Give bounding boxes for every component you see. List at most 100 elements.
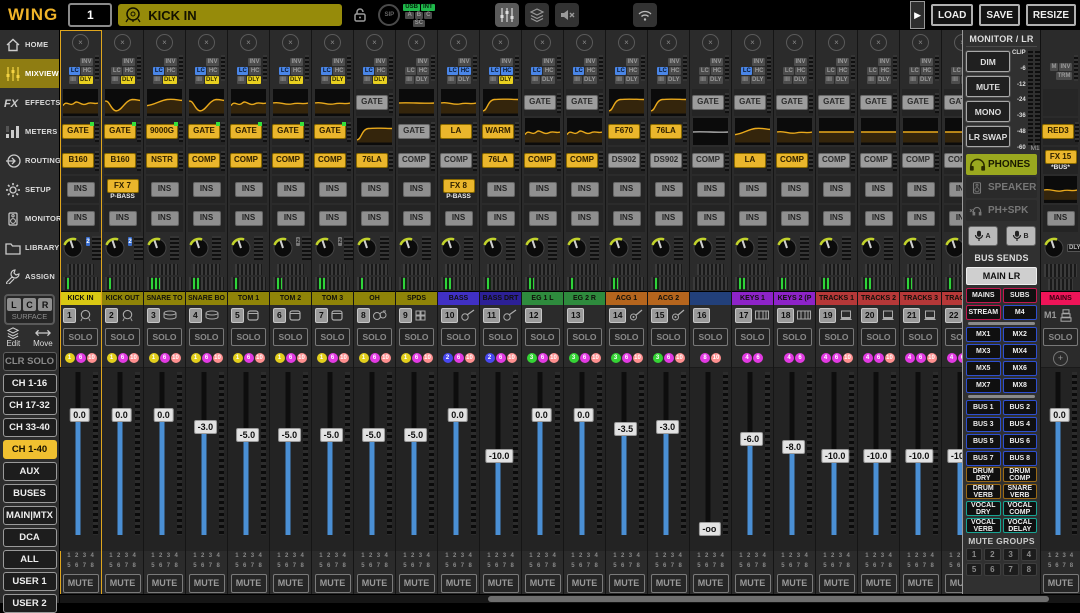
- send-button-vocal-dry[interactable]: VOCAL DRY: [966, 501, 1001, 516]
- insert-button[interactable]: INS: [277, 211, 305, 226]
- channel-source-icon[interactable]: ×: [324, 34, 341, 51]
- comp-button[interactable]: COMP: [440, 153, 472, 168]
- channel-name[interactable]: TOM 2: [270, 291, 311, 305]
- layer-button-dca[interactable]: DCA: [3, 528, 57, 547]
- gain-knob[interactable]: [272, 237, 294, 259]
- mute-button[interactable]: MUTE: [567, 574, 603, 593]
- gain-knob[interactable]: [818, 237, 840, 259]
- channel-source-icon[interactable]: ×: [828, 34, 845, 51]
- fx-button[interactable]: FX 7: [107, 179, 139, 194]
- eq-curve-display[interactable]: [777, 118, 812, 145]
- send-button-mx3[interactable]: MX3: [966, 344, 1001, 359]
- channel-source-icon[interactable]: ×: [870, 34, 887, 51]
- layer-button-ch-1-40[interactable]: CH 1-40: [3, 440, 57, 459]
- insert-button[interactable]: INS: [1047, 211, 1075, 226]
- insert-button[interactable]: INS: [487, 211, 515, 226]
- gain-knob[interactable]: [314, 237, 336, 259]
- channel-source-icon[interactable]: ×: [576, 34, 593, 51]
- monitor-lr-swap-button[interactable]: LR SWAP: [966, 126, 1010, 147]
- layer-button-user-2[interactable]: USER 2: [3, 594, 57, 613]
- insert-button[interactable]: INS: [319, 211, 347, 226]
- talkback-a-button[interactable]: A: [968, 226, 998, 246]
- send-button-snare-verb[interactable]: SNARE VERB: [1003, 484, 1038, 499]
- insert-button[interactable]: INS: [865, 182, 893, 197]
- channel-name[interactable]: KEYS 1: [732, 291, 773, 305]
- gate-button[interactable]: GATE: [860, 95, 892, 110]
- channel-name[interactable]: EG 2 R: [564, 291, 605, 305]
- comp-button[interactable]: COMP: [902, 153, 934, 168]
- eq-curve-display[interactable]: [525, 118, 560, 145]
- main-name[interactable]: MAINS: [1041, 291, 1080, 305]
- solo-button[interactable]: SOLO: [231, 328, 266, 346]
- insert-button[interactable]: INS: [613, 182, 641, 197]
- gain-knob[interactable]: [524, 237, 546, 259]
- f670-button[interactable]: F670: [608, 124, 640, 139]
- channel-source-icon[interactable]: ×: [366, 34, 383, 51]
- sidebar-item-meters[interactable]: METERS: [0, 117, 59, 146]
- mute-group-8-button[interactable]: 8: [1021, 563, 1037, 576]
- talkback-b-button[interactable]: B: [1006, 226, 1036, 246]
- gate-button[interactable]: GATE: [944, 95, 962, 110]
- eq-curve-display[interactable]: [903, 118, 938, 145]
- monitor-output-phspk[interactable]: PH+SPK: [966, 200, 1037, 221]
- mute-group-1-button[interactable]: 1: [966, 548, 982, 561]
- gain-knob[interactable]: [146, 237, 168, 259]
- eq-curve-display[interactable]: [399, 89, 434, 116]
- mute-button[interactable]: MUTE: [231, 574, 267, 593]
- channel-source-icon[interactable]: ×: [240, 34, 257, 51]
- channel-source-icon[interactable]: ×: [744, 34, 761, 51]
- fader[interactable]: -5.0: [354, 367, 395, 551]
- solo-button[interactable]: SOLO: [147, 328, 182, 346]
- gate-button[interactable]: GATE: [902, 95, 934, 110]
- gate-button[interactable]: GATE: [62, 124, 94, 139]
- insert-button[interactable]: INS: [571, 182, 599, 197]
- mute-button[interactable]: MUTE: [189, 574, 225, 593]
- gate-button[interactable]: GATE: [188, 124, 220, 139]
- send-button-bus-8[interactable]: BUS 8: [1003, 451, 1038, 466]
- selected-channel-header[interactable]: KICK IN: [118, 4, 342, 26]
- insert-button[interactable]: INS: [319, 182, 347, 197]
- solo-button[interactable]: SOLO: [399, 328, 434, 346]
- insert-button[interactable]: INS: [823, 182, 851, 197]
- add-icon[interactable]: +: [1053, 351, 1068, 366]
- mute-group-6-button[interactable]: 6: [984, 563, 1000, 576]
- mute-button[interactable]: MUTE: [105, 574, 141, 593]
- fader[interactable]: -3.0: [648, 367, 689, 551]
- insert-button[interactable]: INS: [235, 182, 263, 197]
- mute-button[interactable]: MUTE: [441, 574, 477, 593]
- send-button-bus-4[interactable]: BUS 4: [1003, 417, 1038, 432]
- mute-group-4-button[interactable]: 4: [1021, 548, 1037, 561]
- mute-button[interactable]: MUTE: [483, 574, 519, 593]
- comp-button[interactable]: COMP: [524, 153, 556, 168]
- gain-knob[interactable]: [776, 237, 798, 259]
- play-arrow-button[interactable]: ▶: [910, 1, 925, 29]
- channel-name[interactable]: BASS: [438, 291, 479, 305]
- send-button-bus-1[interactable]: BUS 1: [966, 400, 1001, 415]
- channel-name[interactable]: TRACKS 3: [900, 291, 941, 305]
- send-button-vocal-comp[interactable]: VOCAL COMP: [1003, 501, 1038, 516]
- mute-button[interactable]: MUTE: [525, 574, 561, 593]
- channel-name[interactable]: [690, 291, 731, 305]
- gate-button[interactable]: GATE: [776, 95, 808, 110]
- channel-source-icon[interactable]: ×: [618, 34, 635, 51]
- insert-button[interactable]: INS: [487, 182, 515, 197]
- move-button[interactable]: Move: [33, 327, 53, 348]
- layer-button-user-1[interactable]: USER 1: [3, 572, 57, 591]
- layer-button-ch-17-32[interactable]: CH 17-32: [3, 396, 57, 415]
- eq-curve-display[interactable]: [441, 89, 476, 116]
- solo-button[interactable]: SOLO: [693, 328, 728, 346]
- send-button-bus-3[interactable]: BUS 3: [966, 417, 1001, 432]
- send-button-mx7[interactable]: MX7: [966, 378, 1001, 393]
- mute-button[interactable]: MUTE: [945, 574, 963, 593]
- comp-button[interactable]: COMP: [692, 153, 724, 168]
- fader[interactable]: -10.0: [900, 367, 941, 551]
- mute-button[interactable]: MUTE: [63, 574, 99, 593]
- channel-name[interactable]: ACG 1: [606, 291, 647, 305]
- layer-button-buses[interactable]: BUSES: [3, 484, 57, 503]
- mute-button[interactable]: MUTE: [609, 574, 645, 593]
- eq-curve-display[interactable]: [735, 118, 770, 145]
- solo-button[interactable]: SOLO: [651, 328, 686, 346]
- mute-group-3-button[interactable]: 3: [1003, 548, 1019, 561]
- gain-knob[interactable]: [104, 237, 126, 259]
- solo-button[interactable]: SOLO: [315, 328, 350, 346]
